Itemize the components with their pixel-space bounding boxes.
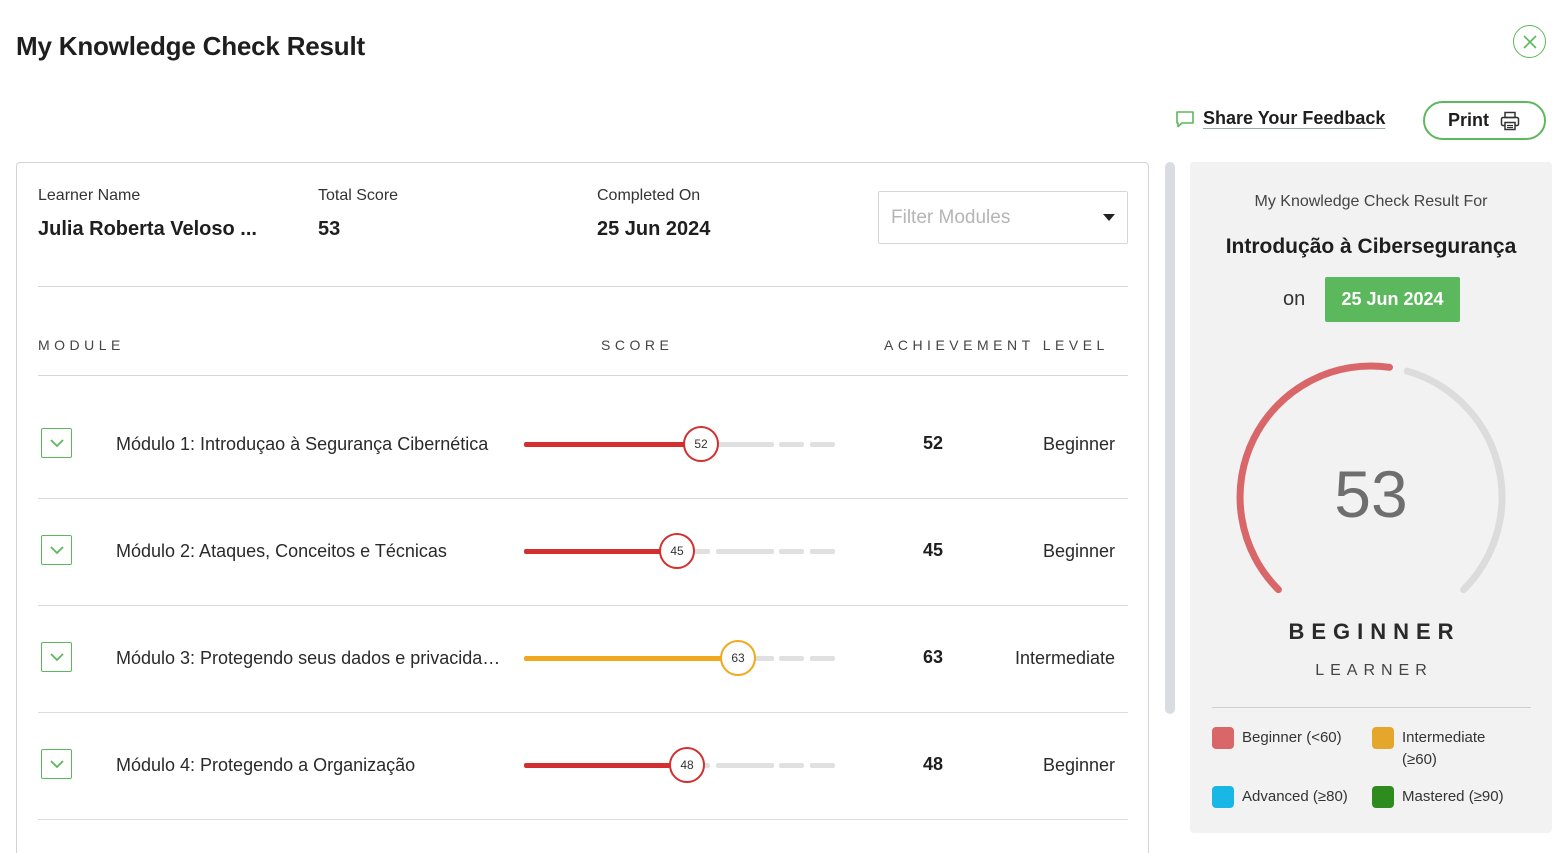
- chevron-down-icon: [49, 438, 64, 447]
- module-column-header: MODULE: [38, 337, 125, 353]
- total-score-label: Total Score: [318, 187, 399, 204]
- module-name: Módulo 3: Protegendo seus dados e privac…: [116, 648, 501, 668]
- expand-module-button[interactable]: [41, 642, 72, 672]
- gauge-score: 53: [1334, 457, 1408, 531]
- score-progress-bar: 52: [524, 426, 835, 462]
- legend-label-beginner: Beginner (<60): [1242, 729, 1342, 746]
- result-summary-panel: My Knowledge Check Result For Introdução…: [1190, 162, 1552, 833]
- expand-module-button[interactable]: [41, 535, 72, 565]
- legend-divider: [1212, 707, 1531, 708]
- module-achievement-level: Beginner: [1042, 755, 1115, 775]
- module-achievement-level: Beginner: [1042, 541, 1115, 561]
- result-for-label: My Knowledge Check Result For: [1254, 193, 1488, 210]
- score-column-header: SCORE: [601, 337, 674, 353]
- close-button[interactable]: [1513, 25, 1546, 58]
- learner-name-value: Julia Roberta Veloso ...: [38, 218, 257, 240]
- module-name: Módulo 1: Introduçao à Segurança Ciberné…: [116, 434, 489, 454]
- module-achievement-level: Beginner: [1042, 434, 1115, 454]
- legend-swatch-mastered: [1372, 786, 1394, 808]
- page-title: My Knowledge Check Result: [16, 31, 365, 61]
- results-panel: Learner Name Julia Roberta Veloso ... To…: [16, 162, 1149, 853]
- achievement-level-title: BEGINNER: [1288, 619, 1461, 644]
- score-marker: 52: [683, 426, 719, 462]
- completed-on-label: Completed On: [597, 187, 701, 204]
- feedback-icon: [1176, 110, 1194, 127]
- legend-swatch-beginner: [1212, 727, 1234, 749]
- score-progress-bar: 45: [524, 533, 835, 569]
- achievement-column-header: ACHIEVEMENT LEVEL: [884, 337, 1109, 353]
- expand-module-button[interactable]: [41, 428, 72, 458]
- module-row: Módulo 3: Protegendo seus dados e privac…: [38, 606, 1128, 713]
- module-score: 48: [922, 754, 944, 774]
- module-achievement-level: Intermediate: [1014, 648, 1115, 668]
- module-row: Módulo 2: Ataques, Conceitos e Técnicas 4…: [38, 499, 1128, 606]
- learner-name-label: Learner Name: [38, 187, 141, 204]
- legend-swatch-intermediate: [1372, 727, 1394, 749]
- module-name: Módulo 4: Protegendo a Organização: [116, 755, 416, 775]
- chevron-down-icon: [49, 545, 64, 554]
- legend-advanced: Advanced (≥80): [1212, 786, 1348, 808]
- module-row: Módulo 4: Protegendo a Organização 48 48 Be…: [38, 713, 1128, 820]
- chevron-down-icon: [49, 759, 64, 768]
- learner-role-label: LEARNER: [1315, 662, 1433, 679]
- score-progress-bar: 63: [524, 640, 835, 676]
- legend-label-mastered: Mastered (≥90): [1402, 788, 1504, 805]
- score-progress-fill: [524, 656, 738, 661]
- filter-modules-placeholder: Filter Modules: [891, 206, 1011, 228]
- summary-divider: [38, 286, 1128, 287]
- module-score: 63: [922, 647, 944, 667]
- share-feedback-label: Share Your Feedback: [1203, 108, 1386, 128]
- total-score-value: 53: [318, 218, 341, 240]
- learner-name-block: Learner Name Julia Roberta Veloso ...: [38, 187, 257, 241]
- score-progress-fill: [524, 763, 687, 768]
- caret-down-icon: [1103, 213, 1115, 221]
- score-progress-fill: [524, 549, 677, 554]
- total-score-block: Total Score 53: [318, 187, 398, 241]
- legend-swatch-advanced: [1212, 786, 1234, 808]
- on-label: on: [1283, 288, 1306, 310]
- score-progress-fill: [524, 442, 701, 447]
- module-score: 52: [922, 433, 944, 453]
- module-name: Módulo 2: Ataques, Conceitos e Técnicas: [116, 541, 447, 561]
- filter-modules-select[interactable]: Filter Modules: [878, 191, 1128, 244]
- legend-intermediate: Intermediate (≥60): [1372, 727, 1522, 771]
- score-progress-bar: 48: [524, 747, 835, 783]
- chevron-down-icon: [49, 652, 64, 661]
- legend-label-intermediate: Intermediate (≥60): [1402, 729, 1486, 768]
- course-title: Introdução à Cibersegurança: [1225, 235, 1517, 258]
- score-marker: 48: [669, 747, 705, 783]
- summary-section: Learner Name Julia Roberta Veloso ... To…: [17, 163, 1148, 287]
- module-score: 45: [922, 540, 944, 560]
- legend-mastered: Mastered (≥90): [1372, 786, 1504, 808]
- completed-on-value: 25 Jun 2024: [597, 218, 711, 240]
- score-marker: 45: [659, 533, 695, 569]
- module-row: Módulo 1: Introduçao à Segurança Ciberné…: [38, 392, 1128, 499]
- print-label: Print: [1447, 110, 1489, 130]
- header-divider: [38, 375, 1128, 376]
- legend-beginner: Beginner (<60): [1212, 727, 1342, 749]
- printer-icon: [1500, 111, 1520, 130]
- score-marker: 63: [720, 640, 756, 676]
- expand-module-button[interactable]: [41, 749, 72, 779]
- close-icon: [1522, 34, 1537, 49]
- print-button[interactable]: Print: [1423, 101, 1546, 140]
- scrollbar[interactable]: [1165, 162, 1175, 714]
- completed-on-block: Completed On 25 Jun 2024: [597, 187, 710, 241]
- completion-date-badge: 25 Jun 2024: [1325, 277, 1460, 322]
- legend-label-advanced: Advanced (≥80): [1242, 788, 1348, 805]
- share-feedback-link[interactable]: Share Your Feedback: [1175, 108, 1385, 129]
